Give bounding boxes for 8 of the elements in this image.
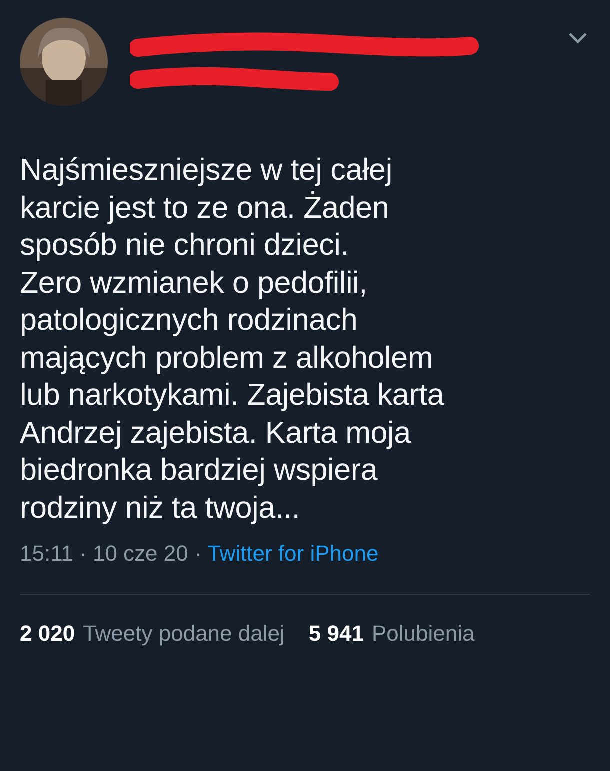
tweet-meta: 15:11 · 10 cze 20 · Twitter for iPhone xyxy=(20,540,380,568)
stat-label: Tweety podane dalej xyxy=(83,620,285,648)
chevron-down-icon[interactable] xyxy=(568,32,588,44)
stat-label: Polubienia xyxy=(372,620,475,648)
tweet-text: Najśmieszniejsze w tej całej karcie jest to ze ona. Żaden sposób nie chroni dzieci. Zero wzmianek o pedofilii, patologicznych rodzinach mających problem z alkoholem lub narkotykami. Zajebista karta Andrzej zajebista. Karta moja biedronka bardziej wspiera rodziny niż ta twoja... xyxy=(20,152,446,526)
stat-count: 2 020 xyxy=(20,620,76,648)
stat-count: 5 941 xyxy=(308,620,364,648)
source-link[interactable]: Twitter for iPhone xyxy=(208,541,379,566)
